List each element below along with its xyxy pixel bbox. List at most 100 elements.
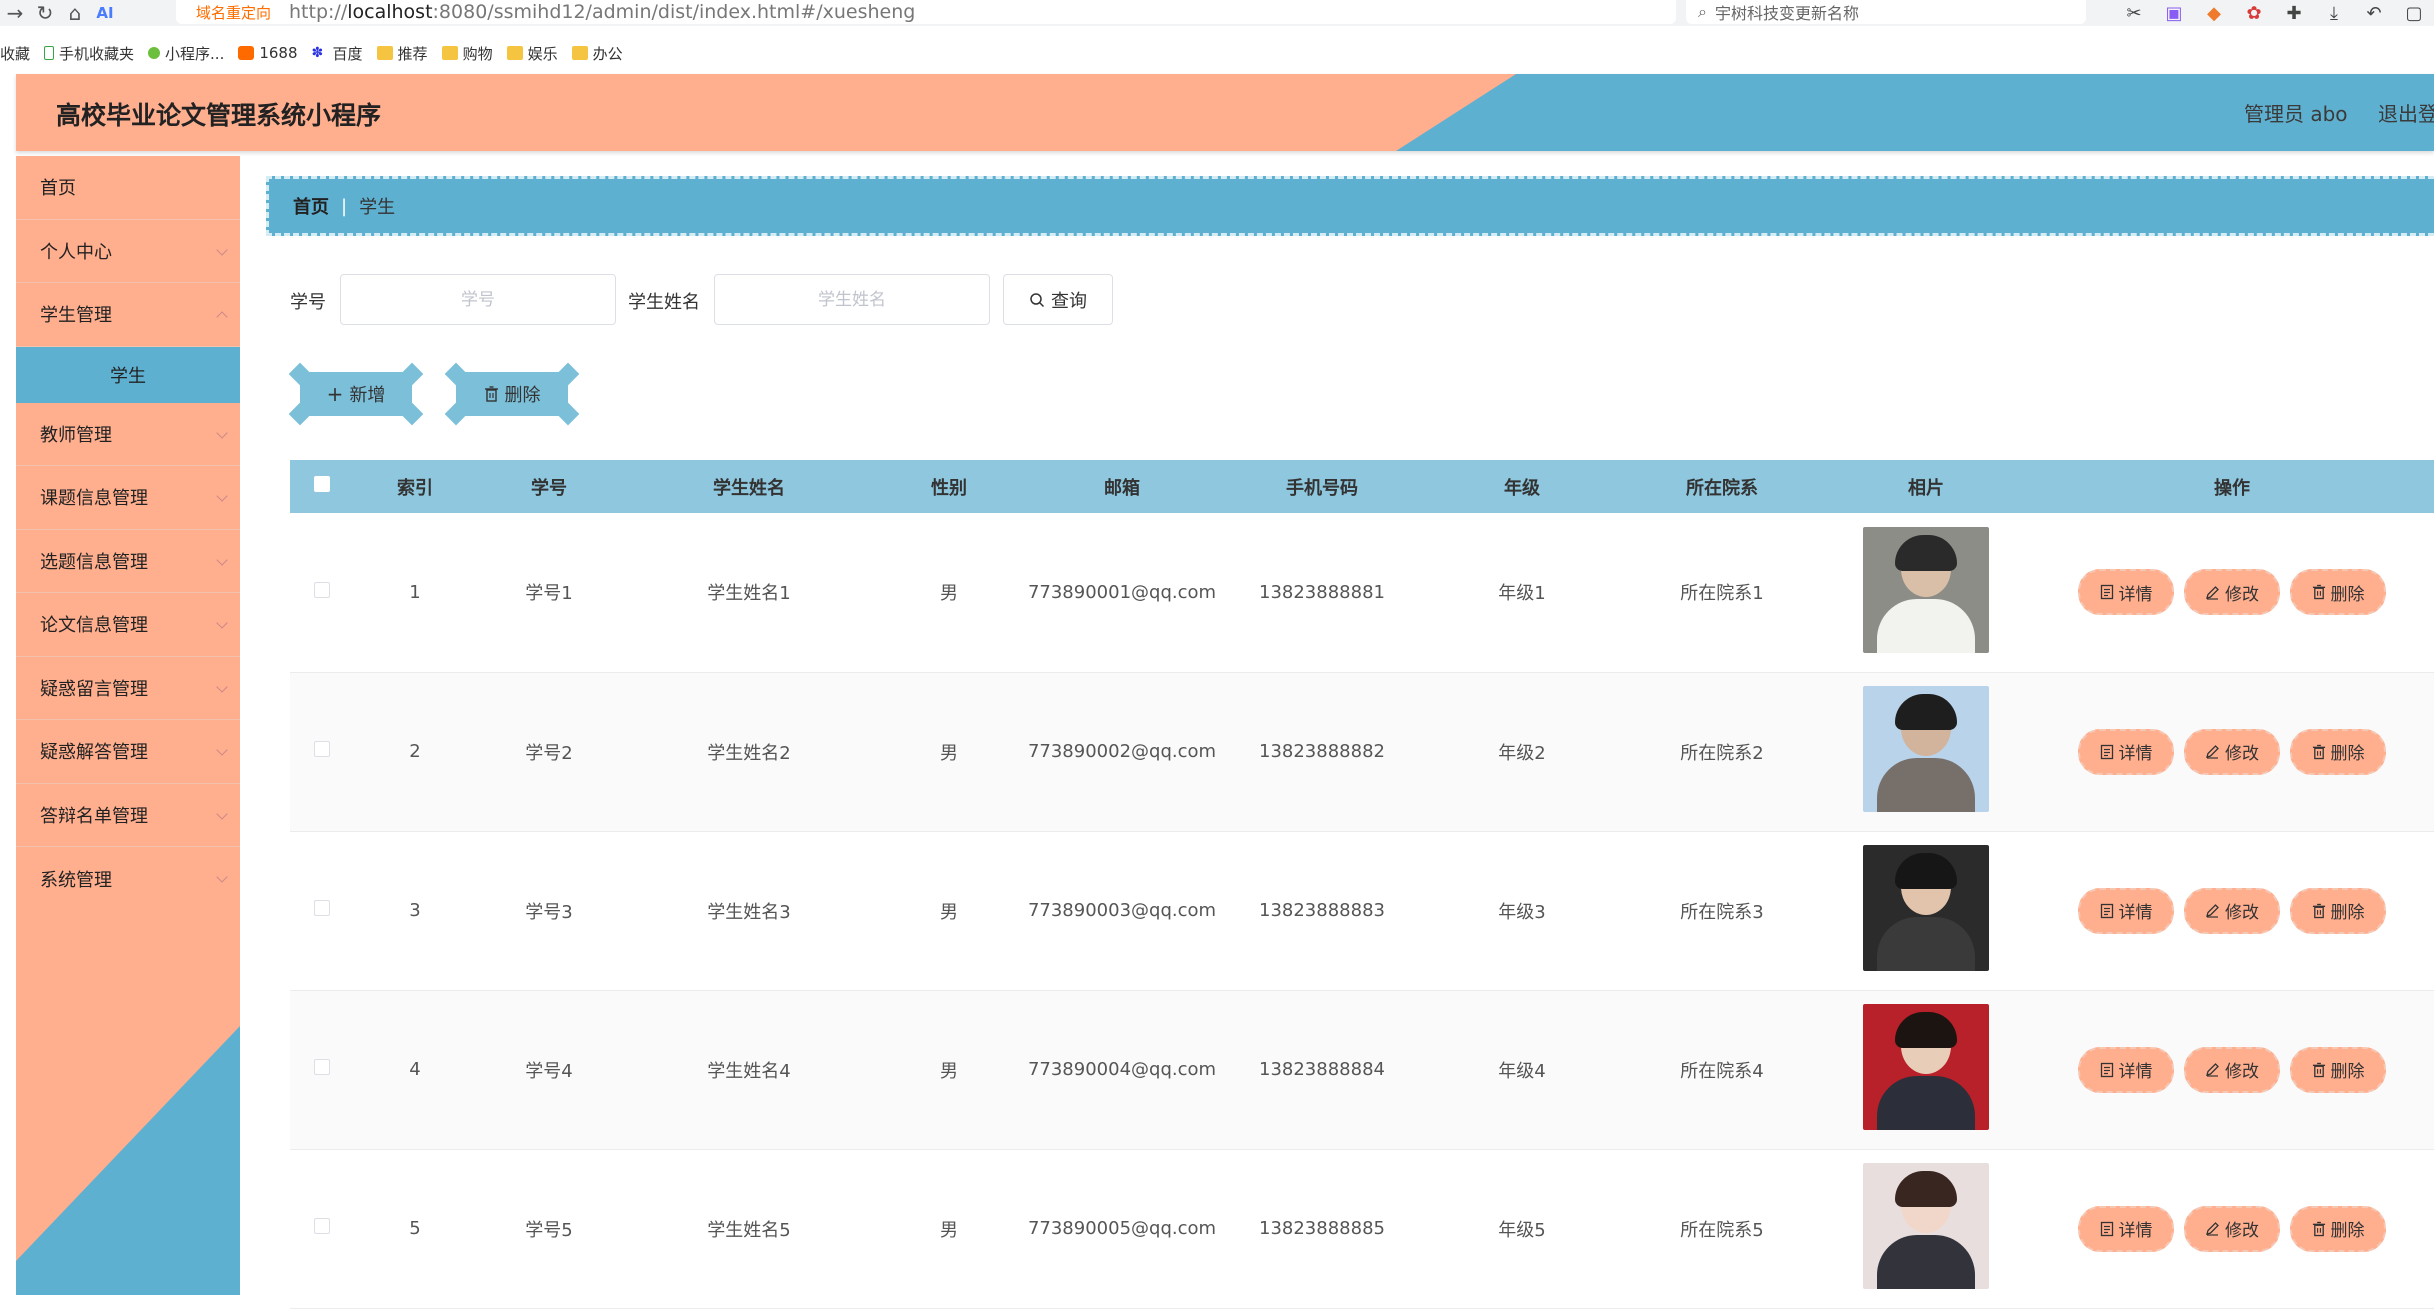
edit-button[interactable]: 修改 [2184,1205,2280,1252]
student-photo[interactable] [1863,526,1989,653]
delete-row-button[interactable]: 删除 [2290,569,2386,616]
cell-student-id: 学号3 [476,831,622,991]
table-row[interactable]: 2 学号2 学生姓名2 男 773890002@qq.com 13823888882 年级2… [290,672,2434,832]
batch-delete-button[interactable]: 删除 [444,362,580,426]
fox-extension-icon[interactable]: ◆ [2194,3,2234,24]
bookmark-baidu[interactable]: ✽ 百度 [312,43,363,64]
scissors-icon[interactable]: ✂ [2114,3,2154,24]
bookmark-1688[interactable]: 1688 [238,44,298,62]
folder-icon [376,46,393,60]
bookmark-folder-entertainment[interactable]: 娱乐 [506,43,558,64]
sidebar-item-personal-center[interactable]: 个人中心 [16,220,240,283]
translate-icon[interactable]: ▣ [2154,3,2194,24]
bookmark-mobile[interactable]: 手机收藏夹 [44,43,134,64]
sidebar-item-home[interactable]: 首页 [16,156,240,220]
delete-row-button[interactable]: 删除 [2290,1046,2386,1093]
edit-button[interactable]: 修改 [2184,1046,2280,1093]
logout-link[interactable]: 退出登 [2378,98,2434,127]
bookmark-label: 百度 [332,44,363,63]
row-checkbox[interactable] [314,1059,330,1075]
delete-row-button[interactable]: 删除 [2290,728,2386,775]
chevron-down-icon [216,553,228,566]
student-id-label: 学号 [290,292,326,313]
edit-button-label: 修改 [2225,1221,2259,1241]
student-photo[interactable] [1863,1004,1989,1130]
cell-grade: 年级3 [1422,831,1622,991]
sidebar-item-defense-list[interactable]: 答辩名单管理 [16,784,240,847]
sidebar-item-student-management[interactable]: 学生管理 [16,283,240,347]
admin-user-label: 管理员 abo [2244,102,2348,126]
delete-row-button[interactable]: 删除 [2290,887,2386,934]
row-checkbox[interactable] [314,900,330,916]
bookmark-folder-office[interactable]: 办公 [571,43,623,64]
detail-button[interactable]: 详情 [2078,887,2174,934]
student-photo[interactable] [1863,845,1989,971]
table-row[interactable]: 3 学号3 学生姓名3 男 773890003@qq.com 13823888883 年级3… [290,831,2434,991]
sidebar-item-label: 课题信息管理 [40,488,148,510]
home-icon[interactable]: ⌂ [60,1,90,25]
bookmark-folder-recommend[interactable]: 推荐 [376,43,428,64]
row-select-cell [290,831,354,991]
puzzle-icon[interactable]: ✚ [2274,3,2314,24]
row-checkbox[interactable] [314,581,330,598]
photo-figure-hair [1895,1171,1957,1207]
student-photo[interactable] [1863,1163,1989,1289]
download-icon[interactable]: ⤓ [2314,3,2354,24]
bookmark-icon[interactable]: ▢ [2394,3,2434,24]
trash-icon [2312,1221,2325,1236]
edit-button[interactable]: 修改 [2184,569,2280,616]
select-all-cell [290,460,354,513]
bookmark-favorites[interactable]: 收藏 [0,43,30,64]
detail-button[interactable]: 详情 [2078,728,2174,775]
forward-icon[interactable]: → [0,1,30,25]
browser-search-box[interactable]: ⌕ 宇树科技变更新名称 [1686,0,2086,24]
cell-student-id: 学号4 [476,990,622,1150]
row-checkbox[interactable] [314,741,330,757]
sidebar-item-question-answers[interactable]: 疑惑解答管理 [16,720,240,784]
bookmark-label: 娱乐 [527,44,558,63]
detail-button[interactable]: 详情 [2078,569,2174,616]
detail-button[interactable]: 详情 [2078,1046,2174,1093]
sidebar-item-thesis-info[interactable]: 论文信息管理 [16,593,240,657]
cell-phone: 13823888883 [1222,831,1422,991]
detail-button-label: 详情 [2118,903,2153,923]
sidebar-item-topic-selection[interactable]: 选题信息管理 [16,530,240,593]
row-checkbox[interactable] [314,1218,330,1234]
reload-icon[interactable]: ↻ [30,1,60,25]
breadcrumb-home[interactable]: 首页 [293,193,329,219]
address-bar[interactable]: 域名重定向 http://localhost:8080/ssmihd12/adm… [176,0,1676,24]
select-all-checkbox[interactable] [314,476,330,492]
add-button[interactable]: + 新增 [288,362,424,426]
flower-extension-icon[interactable]: ✿ [2234,3,2274,24]
bookmark-mini-program[interactable]: 小程序... [148,43,224,64]
table-row[interactable]: 5 学号5 学生姓名5 男 773890005@qq.com 13823888885 年级5… [290,1149,2434,1309]
ai-extension-icon[interactable]: AI [90,4,120,22]
student-photo[interactable] [1863,686,1989,812]
bookmark-label: 办公 [592,44,623,63]
bookmark-label: 小程序... [165,44,225,63]
sidebar-item-topic-info[interactable]: 课题信息管理 [16,466,240,530]
sidebar-item-teacher-management[interactable]: 教师管理 [16,403,240,466]
row-select-cell [290,1149,354,1309]
undo-icon[interactable]: ↶ [2354,3,2394,24]
photo-figure-body [1877,758,1975,812]
student-id-input[interactable] [340,274,616,325]
sidebar-item-question-messages[interactable]: 疑惑留言管理 [16,657,240,720]
sidebar-subitem-student[interactable]: 学生 [16,346,240,403]
delete-row-button[interactable]: 删除 [2290,1205,2386,1252]
cell-photo [1822,831,2030,991]
cell-grade: 年级2 [1422,672,1622,832]
table-row[interactable]: 1 学号1 学生姓名1 男 773890001@qq.com 13823888881 年级1… [290,513,2434,673]
sidebar-item-label: 首页 [40,178,76,200]
edit-button[interactable]: 修改 [2184,887,2280,934]
student-name-input[interactable] [714,274,990,325]
url-text[interactable]: http://localhost:8080/ssmihd12/admin/dis… [289,1,915,23]
edit-button[interactable]: 修改 [2184,728,2280,775]
query-button[interactable]: 查询 [1003,274,1113,325]
sidebar-item-system-management[interactable]: 系统管理 [16,847,240,911]
detail-button[interactable]: 详情 [2078,1205,2174,1252]
bookmark-folder-shopping[interactable]: 购物 [441,43,493,64]
table-row[interactable]: 4 学号4 学生姓名4 男 773890004@qq.com 13823888884 年级4… [290,990,2434,1150]
cell-actions: 详情 修改 删除 [2030,1149,2434,1309]
edit-pencil-icon [2206,585,2219,600]
